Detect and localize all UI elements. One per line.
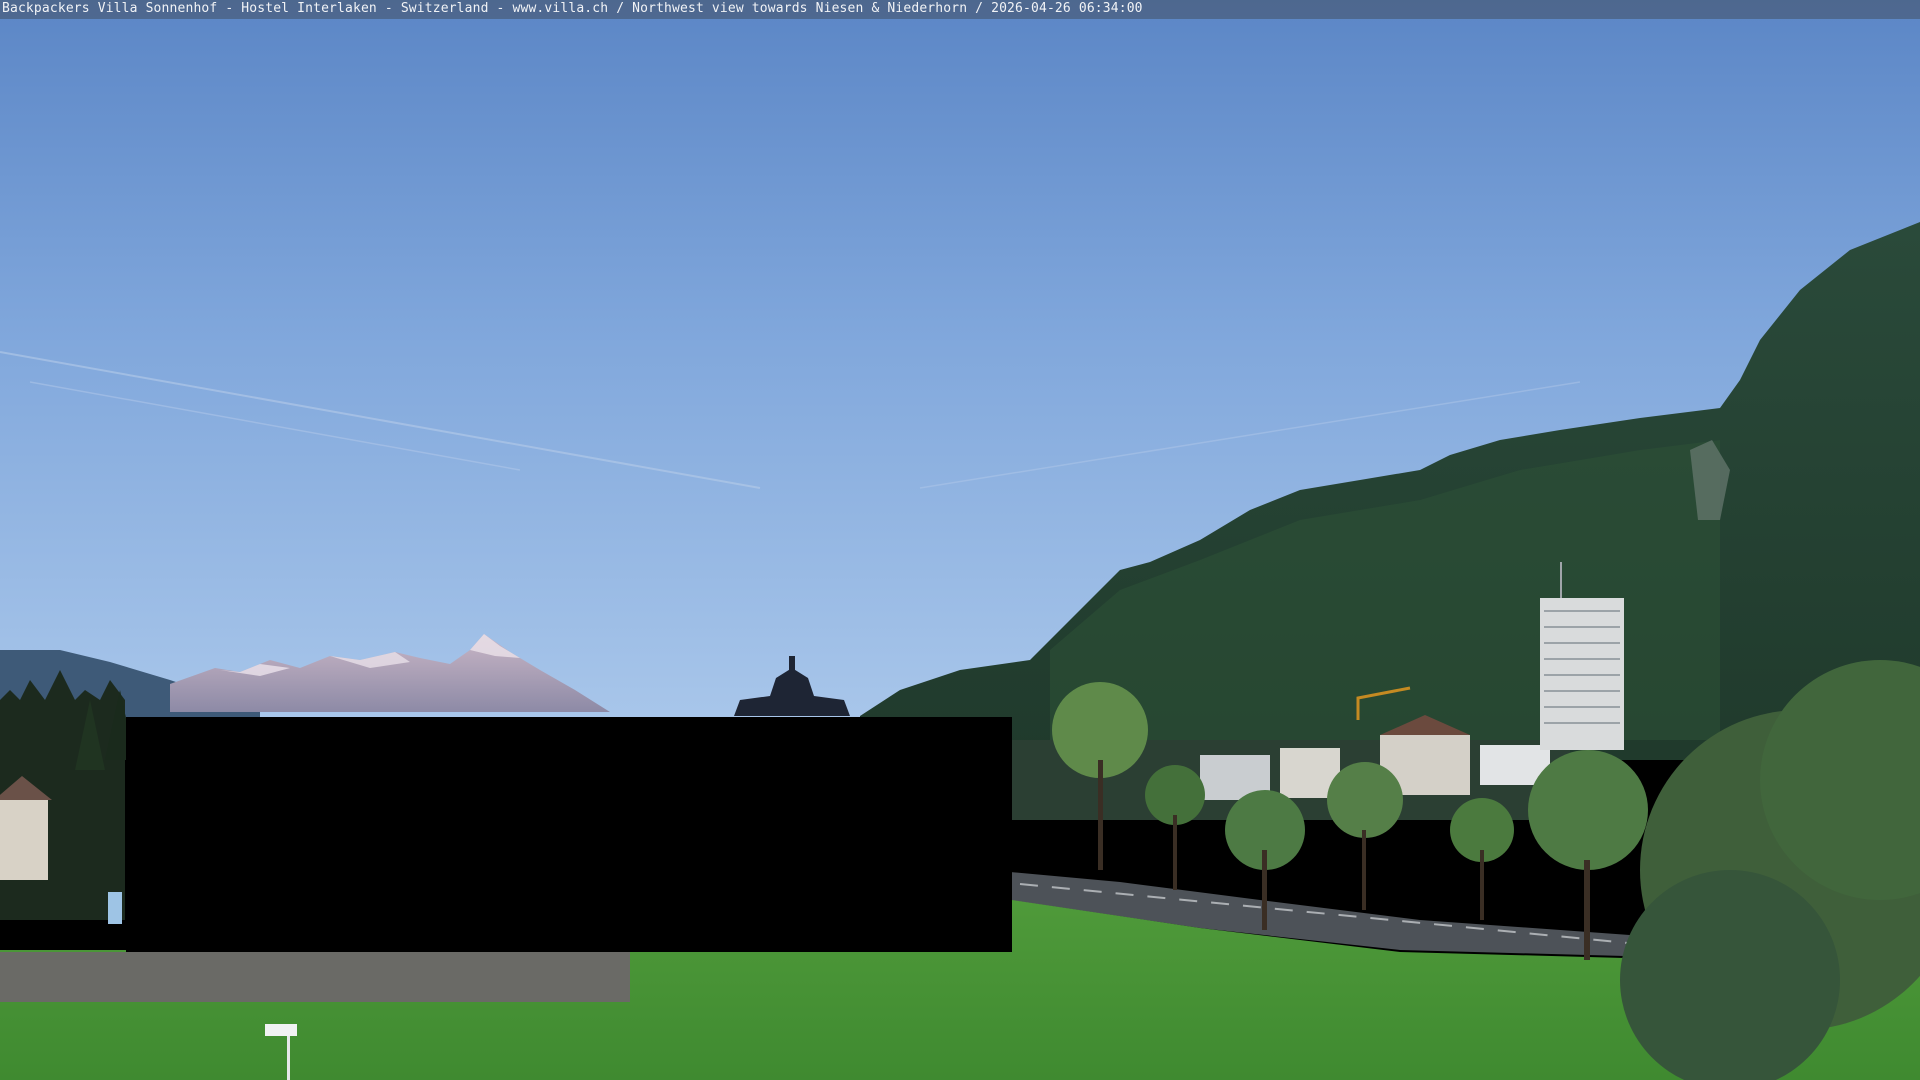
lamp-post (287, 1032, 290, 1080)
gravel-area (0, 952, 630, 1002)
lamp-head (265, 1024, 297, 1036)
signpost (108, 892, 122, 924)
tower-antenna (1560, 562, 1562, 598)
dome-cupola (789, 656, 795, 670)
redaction-box (126, 717, 1012, 952)
webcam-caption: Backpackers Villa Sonnenhof - Hostel Int… (2, 1, 1143, 16)
webcam-frame: Backpackers Villa Sonnenhof - Hostel Int… (0, 0, 1920, 1080)
caption-bar: Backpackers Villa Sonnenhof - Hostel Int… (0, 0, 1920, 19)
house (0, 800, 48, 880)
